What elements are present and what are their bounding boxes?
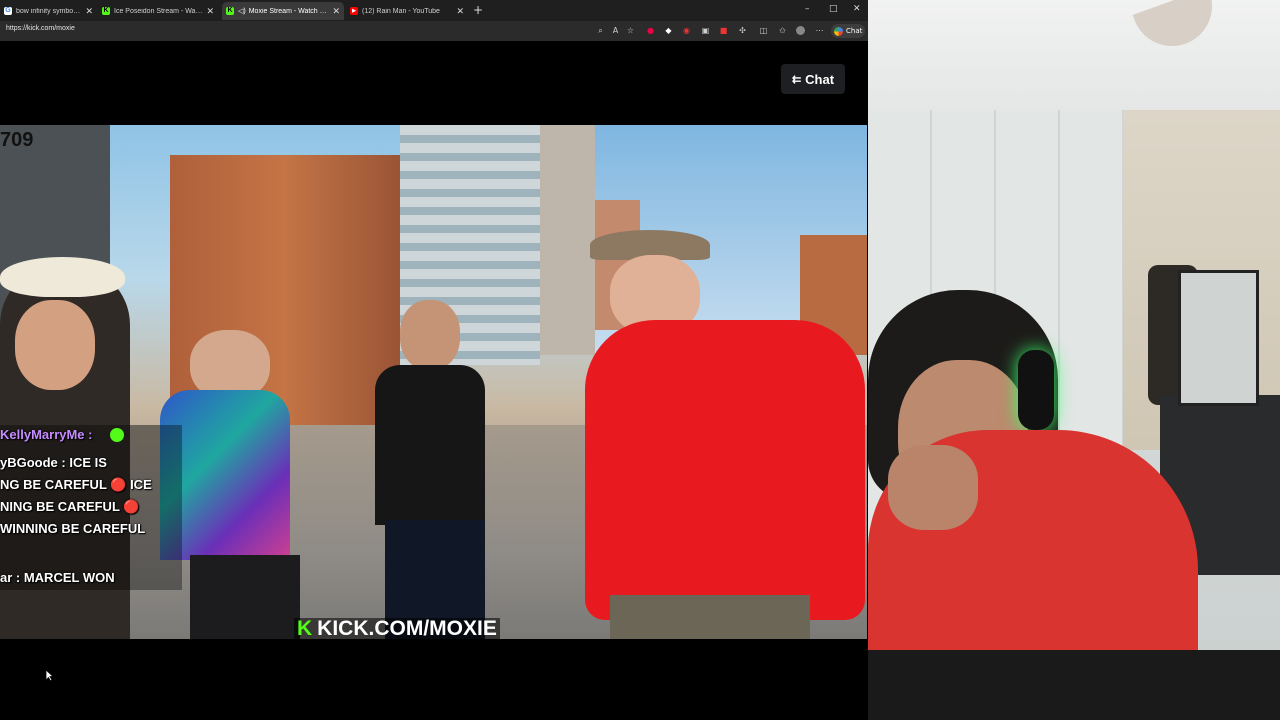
headphones xyxy=(1018,350,1054,430)
person-black-shirt xyxy=(375,365,485,525)
youtube-favicon-icon: ▶ xyxy=(350,7,358,15)
tab-label: (12) Rain Man - YouTube xyxy=(362,7,440,15)
favorites-icon[interactable]: ✩ xyxy=(778,26,787,35)
url-field[interactable]: https://kick.com/moxie xyxy=(6,25,75,32)
kick-k-icon: K xyxy=(297,617,313,639)
new-tab-button[interactable]: + xyxy=(473,4,483,16)
address-bar: https://kick.com/moxie ⌕ A ☆ ● ◆ ◉ ▣ ■ ✣… xyxy=(0,21,868,41)
tab-label: bow infinity symbol - Google S xyxy=(16,7,81,15)
extension-icon[interactable]: ● xyxy=(646,26,655,35)
chat-overlay-line: KellyMarryMe : xyxy=(0,427,93,442)
streamer-hand xyxy=(888,445,978,530)
tab-label: Moxie Stream - Watch Live o xyxy=(248,7,329,15)
ceiling xyxy=(868,0,1280,120)
webcam-feed xyxy=(868,0,1280,720)
stream-video-player[interactable]: 709 KellyMarryMe : yBGoode : ICE IS NG B… xyxy=(0,125,867,639)
tower-building xyxy=(540,125,595,355)
extension-icon[interactable]: ◆ xyxy=(664,26,673,35)
close-tab-icon[interactable]: ✕ xyxy=(206,6,214,17)
chat-toggle-button[interactable]: ⇇ Chat xyxy=(781,64,845,94)
kick-watermark-text: KICK.COM/MOXIE xyxy=(317,617,497,639)
minimize-button[interactable]: – xyxy=(805,4,810,14)
tab-strip: G bow infinity symbol - Google S ✕ K Ice… xyxy=(0,0,868,21)
chat-overlay-line: ar : MARCEL WON xyxy=(0,570,115,585)
tab-youtube-rain-man[interactable]: ▶ (12) Rain Man - YouTube ✕ xyxy=(346,2,468,20)
mouse-cursor-icon xyxy=(45,669,54,682)
maximize-button[interactable]: □ xyxy=(829,4,838,14)
desk-edge xyxy=(868,650,1280,720)
chat-overlay-line: WINNING BE CAREFUL xyxy=(0,521,146,536)
chat-toggle-label: Chat xyxy=(805,71,835,87)
chat-overlay-line: NG BE CAREFUL 🔴 ICE xyxy=(0,477,152,492)
face xyxy=(400,300,460,370)
kick-watermark: K KICK.COM/MOXIE xyxy=(294,617,500,639)
face xyxy=(15,300,95,390)
read-aloud-icon[interactable]: A xyxy=(611,26,620,35)
close-tab-icon[interactable]: ✕ xyxy=(332,6,340,17)
viewer-counter: 709 xyxy=(0,129,34,151)
mirror xyxy=(1178,270,1259,406)
extension-icon[interactable]: ▣ xyxy=(701,26,710,35)
close-tab-icon[interactable]: ✕ xyxy=(456,6,464,17)
pants xyxy=(610,595,810,639)
profile-avatar-icon[interactable] xyxy=(796,26,805,35)
close-window-button[interactable]: ✕ xyxy=(853,4,861,14)
zoom-icon[interactable]: ⌕ xyxy=(596,26,605,35)
speaker-icon[interactable]: ◁) xyxy=(238,7,246,15)
chat-overlay-line: yBGoode : ICE IS xyxy=(0,455,107,470)
black-shorts xyxy=(190,555,300,639)
person-red-shirt xyxy=(585,320,865,620)
close-tab-icon[interactable]: ✕ xyxy=(85,6,93,17)
kick-favicon-icon: K xyxy=(226,7,234,15)
tab-google-search[interactable]: G bow infinity symbol - Google S ✕ xyxy=(0,2,97,20)
favorite-star-icon[interactable]: ☆ xyxy=(626,26,635,35)
tab-ice-poseidon[interactable]: K Ice Poseidon Stream - Watch Live ✕ xyxy=(98,2,218,20)
google-favicon-icon: G xyxy=(4,7,12,15)
tab-moxie-stream[interactable]: K ◁) Moxie Stream - Watch Live o ✕ xyxy=(222,2,344,20)
extension-icon[interactable]: ■ xyxy=(719,26,728,35)
puzzle-extensions-icon[interactable]: ✣ xyxy=(738,26,747,35)
copilot-chat-label: Chat xyxy=(846,27,863,35)
white-hat xyxy=(0,257,125,297)
more-menu-icon[interactable]: ⋯ xyxy=(815,26,824,35)
copilot-chat-button[interactable]: Chat xyxy=(831,24,865,38)
extension-icon[interactable]: ◉ xyxy=(682,26,691,35)
split-screen-icon[interactable]: ◫ xyxy=(759,26,768,35)
emote-icon xyxy=(110,428,124,442)
browser-window: G bow infinity symbol - Google S ✕ K Ice… xyxy=(0,0,868,720)
chat-overlay-line: NING BE CAREFUL 🔴 xyxy=(0,499,140,514)
collapse-arrow-icon: ⇇ xyxy=(791,73,802,86)
kick-favicon-icon: K xyxy=(102,7,110,15)
copilot-logo-icon xyxy=(834,26,843,36)
tab-label: Ice Poseidon Stream - Watch Live xyxy=(114,7,202,15)
